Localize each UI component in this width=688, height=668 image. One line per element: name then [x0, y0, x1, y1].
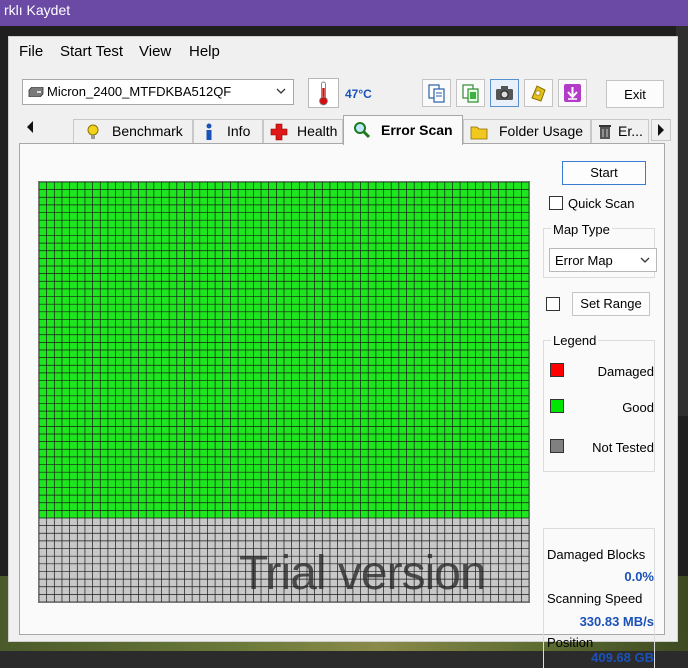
copy-image-icon [462, 84, 479, 103]
legend-label-good: Good [622, 400, 654, 415]
scanning-speed-value: 330.83 MB/s [579, 614, 654, 629]
drive-name: Micron_2400_MTFDKBA512QF [47, 84, 232, 99]
menu-file[interactable]: File [19, 43, 43, 60]
temperature-value: 47°C [345, 87, 372, 101]
health-cross-icon [270, 123, 288, 141]
legend-swatch-not-tested [550, 439, 564, 453]
quick-scan-checkbox[interactable] [549, 196, 563, 210]
legend-swatch-damaged [550, 363, 564, 377]
folder-icon [470, 126, 488, 140]
start-button[interactable]: Start [562, 161, 646, 185]
menu-view[interactable]: View [139, 43, 171, 60]
map-type-value: Error Map [555, 253, 613, 268]
save-icon [531, 85, 546, 102]
error-scan-panel: Trial version Start Quick Scan Map Type … [19, 143, 665, 668]
tab-label: Error Scan [381, 122, 453, 138]
thermometer-icon [319, 81, 328, 106]
damaged-blocks-value: 0.0% [624, 569, 654, 584]
drive-icon [28, 87, 44, 97]
tab-bar: Benchmark Info Health Error Scan Folder … [19, 115, 671, 145]
error-map: Trial version [38, 181, 530, 603]
tab-label: Folder Usage [499, 123, 584, 139]
position-value: 409.68 GB [591, 650, 654, 665]
damaged-blocks-label: Damaged Blocks [547, 547, 646, 562]
menu-bar: File Start Test View Help [9, 39, 677, 65]
exit-button[interactable]: Exit [606, 80, 664, 108]
background-window-title: rklı Kaydet [0, 0, 688, 26]
hd-tune-window: File Start Test View Help Micron_2400_MT… [8, 36, 678, 668]
copy-text-button[interactable] [422, 79, 451, 107]
trial-watermark: Trial version [239, 547, 487, 600]
info-icon [206, 123, 212, 140]
map-type-title: Map Type [551, 222, 612, 237]
tab-info[interactable]: Info [193, 119, 263, 143]
tab-scroll-left-icon[interactable] [25, 120, 41, 140]
legend-label-not-tested: Not Tested [592, 440, 654, 455]
drive-dropdown[interactable]: Micron_2400_MTFDKBA512QF [22, 79, 294, 105]
download-icon [564, 84, 581, 102]
copy-image-button[interactable] [456, 79, 485, 107]
map-type-dropdown[interactable]: Error Map [549, 248, 657, 272]
block-grid [39, 182, 529, 602]
menu-start-test[interactable]: Start Test [60, 43, 123, 60]
tab-error-scan[interactable]: Error Scan [343, 115, 463, 145]
tab-health[interactable]: Health [263, 119, 343, 143]
tab-label: Er... [618, 123, 643, 139]
screenshot-button[interactable] [490, 79, 519, 107]
background-title-text: rklı Kaydet [4, 2, 71, 18]
chevron-down-icon [640, 257, 650, 263]
legend-title: Legend [551, 333, 599, 348]
legend-label-damaged: Damaged [597, 364, 654, 379]
tab-benchmark[interactable]: Benchmark [73, 119, 193, 143]
menu-help[interactable]: Help [189, 43, 220, 60]
bulb-icon [87, 124, 99, 139]
legend-swatch-good [550, 399, 564, 413]
tab-label: Info [227, 123, 251, 139]
set-range-checkbox[interactable] [546, 297, 560, 311]
tab-label: Health [297, 123, 338, 139]
tab-folder-usage[interactable]: Folder Usage [463, 119, 591, 143]
tab-scroll-right-icon[interactable] [651, 119, 671, 141]
save-button[interactable] [524, 79, 553, 107]
copy-text-icon [428, 84, 445, 103]
chevron-down-icon [276, 88, 286, 94]
tab-erase[interactable]: Er... [591, 119, 649, 143]
set-range-button[interactable]: Set Range [572, 292, 650, 316]
tab-label: Benchmark [112, 123, 183, 139]
scanning-speed-label: Scanning Speed [547, 591, 643, 606]
magnifier-icon [354, 122, 371, 139]
camera-icon [496, 86, 513, 100]
temperature-indicator [308, 78, 339, 108]
quick-scan-label: Quick Scan [568, 196, 635, 211]
trash-icon [599, 125, 611, 139]
download-button[interactable] [558, 79, 587, 107]
position-label: Position [547, 635, 594, 650]
